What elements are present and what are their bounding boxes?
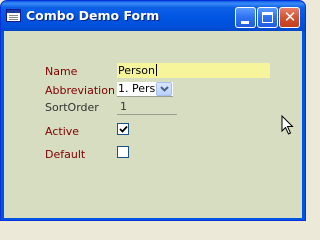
active-checkbox[interactable]	[117, 123, 129, 135]
text-caret	[155, 64, 157, 76]
abbreviation-value: 1. Pers	[118, 82, 156, 95]
window-title: Combo Demo Form	[26, 8, 160, 23]
form-icon[interactable]	[6, 9, 21, 22]
name-value: Person	[118, 64, 155, 77]
sortorder-value: 1	[117, 100, 177, 115]
checkmark-icon	[119, 125, 128, 133]
default-checkbox[interactable]	[117, 146, 129, 158]
close-button[interactable]: ✕	[279, 7, 300, 28]
default-label: Default	[45, 148, 86, 161]
minimize-icon	[241, 21, 249, 24]
name-input[interactable]: Person	[117, 63, 270, 78]
abbreviation-dropdown-button[interactable]	[156, 82, 172, 96]
abbreviation-combo[interactable]: 1. Pers	[117, 82, 173, 97]
maximize-icon	[262, 12, 273, 23]
form-body: Name Person Abbreviation 1. Pers SortOrd…	[4, 31, 302, 218]
close-icon: ✕	[283, 8, 297, 26]
name-label: Name	[45, 65, 78, 78]
mouse-pointer-icon	[281, 115, 294, 135]
active-label: Active	[45, 125, 80, 138]
abbreviation-label: Abbreviation	[45, 84, 115, 97]
minimize-button[interactable]	[235, 7, 256, 28]
sortorder-label: SortOrder	[45, 101, 99, 114]
chevron-down-icon	[160, 86, 169, 92]
title-bar[interactable]: Combo Demo Form ✕	[1, 1, 305, 31]
maximize-button[interactable]	[257, 7, 278, 28]
window: Combo Demo Form ✕ Name Person Abbreviati…	[0, 0, 306, 221]
